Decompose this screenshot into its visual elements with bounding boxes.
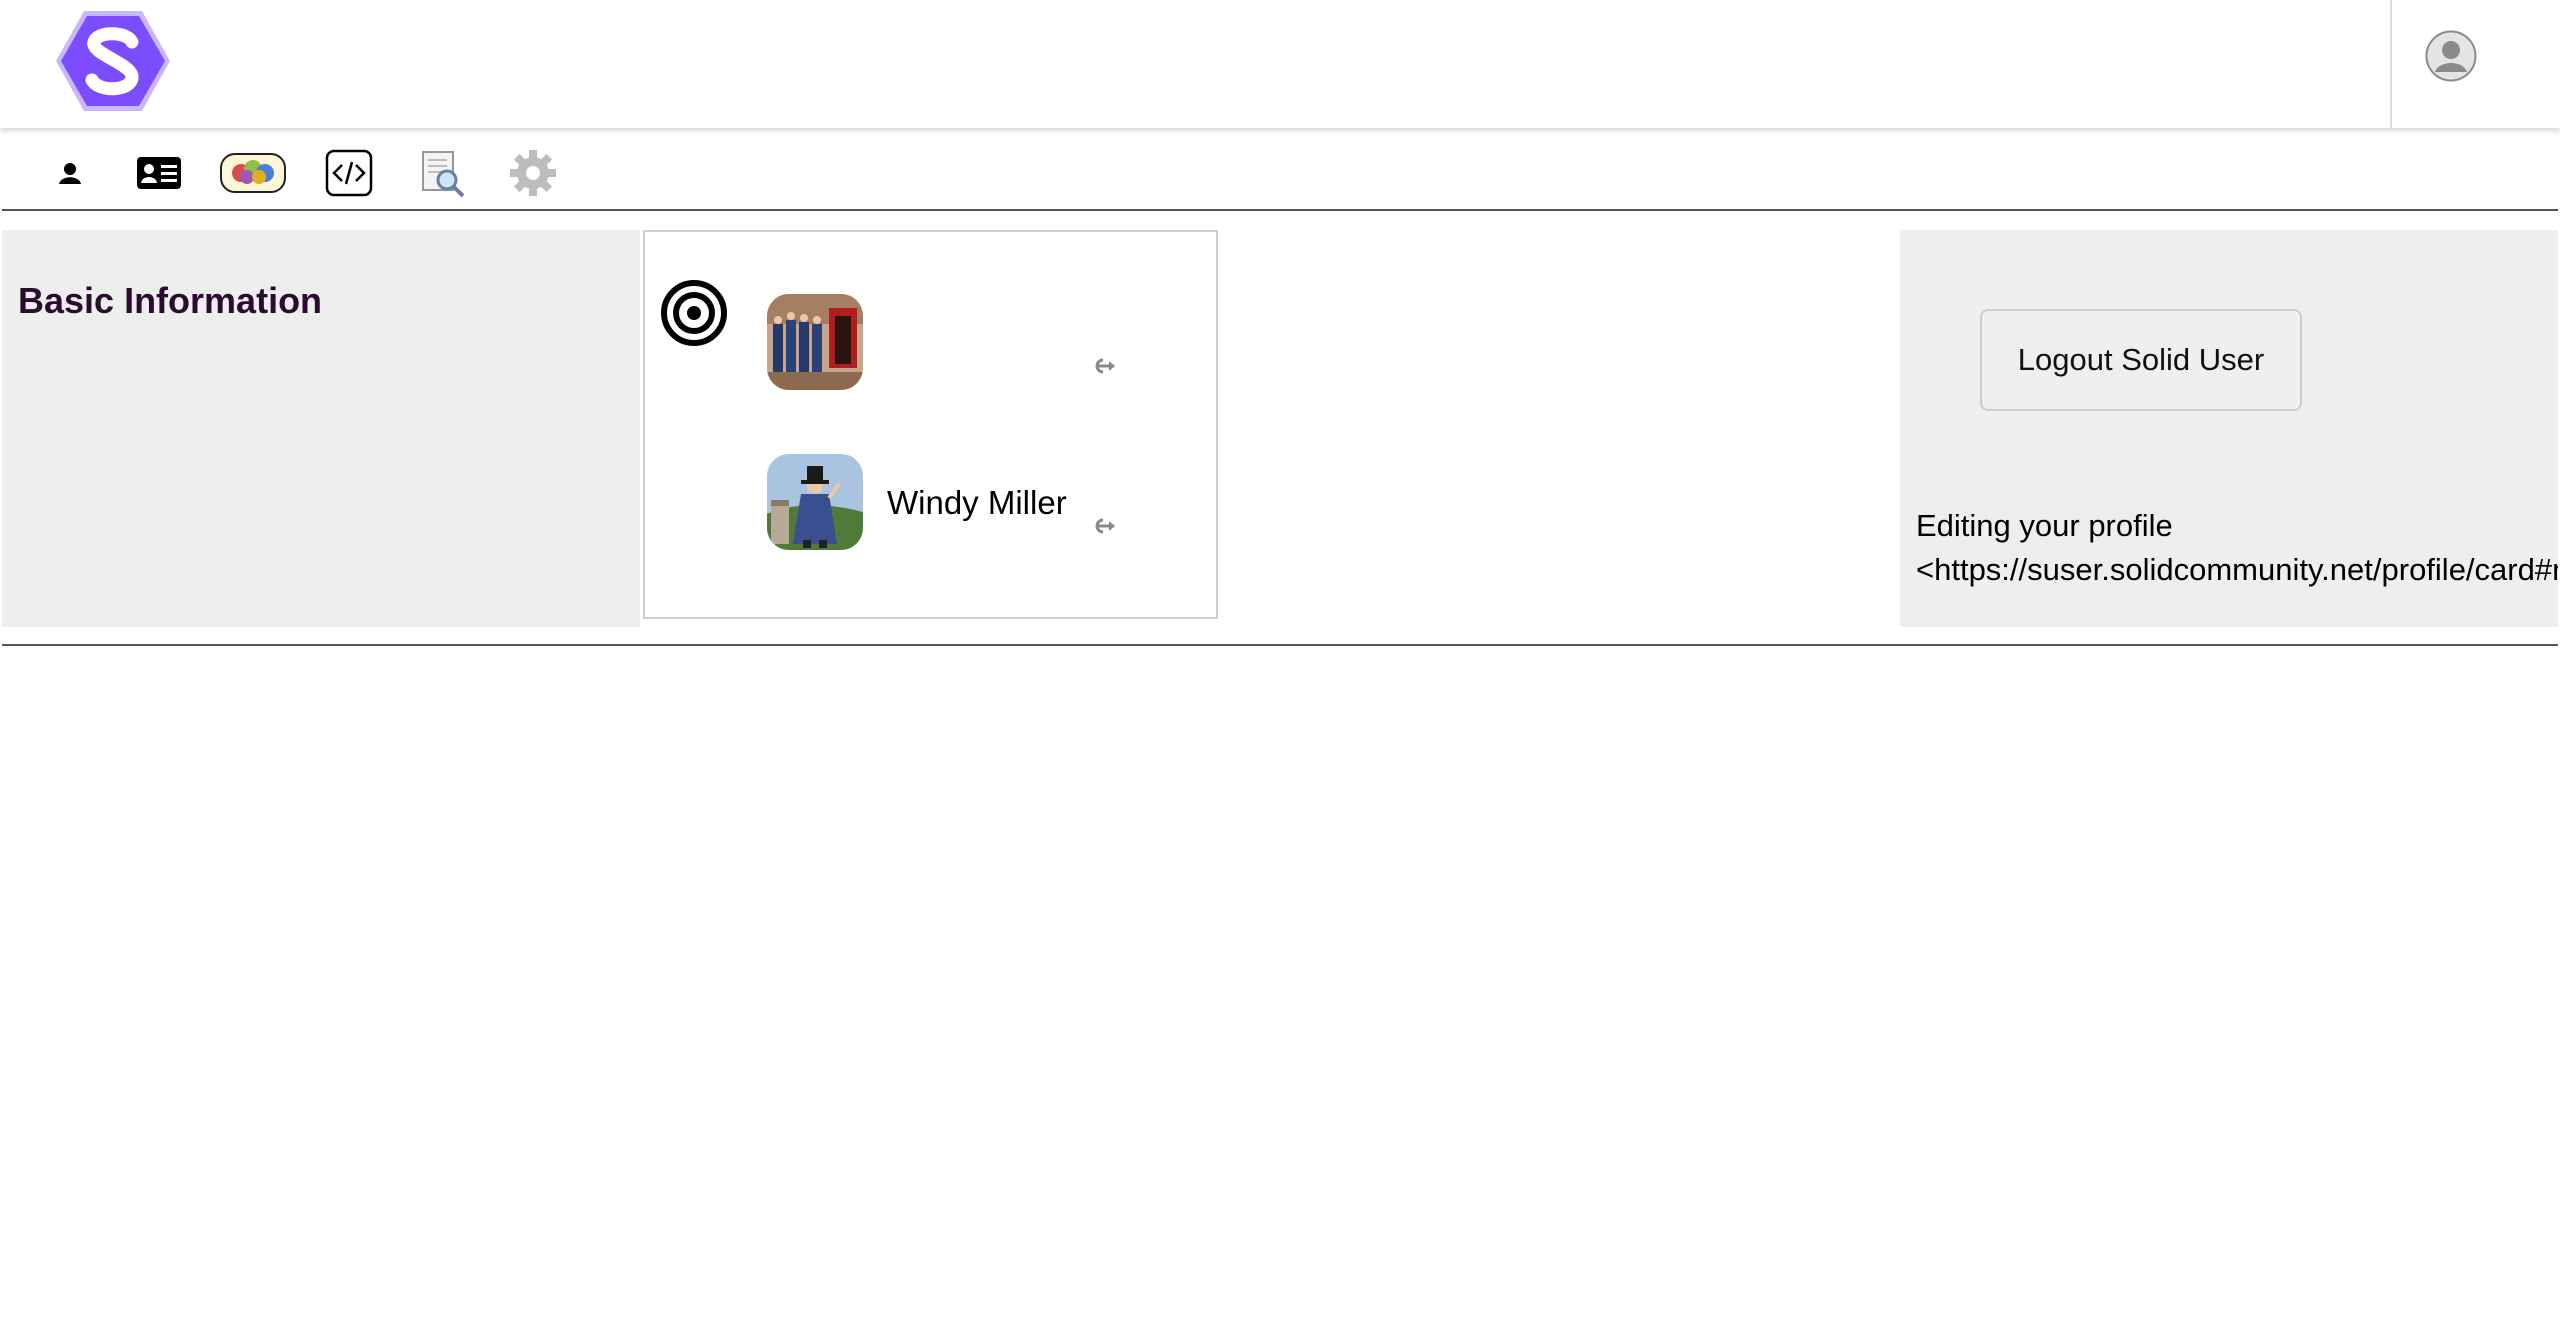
account-panel: Logout Solid User Editing your profile <…	[1900, 230, 2558, 627]
person-row[interactable]	[767, 294, 1207, 394]
profile-toolbar	[0, 140, 2560, 210]
person-icon	[59, 163, 81, 184]
solid-logo-icon[interactable]	[54, 8, 172, 114]
tab-groups[interactable]	[220, 148, 286, 198]
profile-uri: <https://suser.solidcommunity.net/profil…	[1916, 552, 2558, 587]
open-link-icon[interactable]	[1089, 516, 1119, 536]
header-divider	[2390, 0, 2392, 128]
tab-settings[interactable]	[508, 148, 558, 198]
toolbar-divider	[2, 209, 2558, 211]
id-card-icon	[137, 157, 181, 189]
gear-icon	[510, 150, 556, 196]
tab-source[interactable]	[324, 148, 374, 198]
basic-info-panel: Basic Information	[2, 230, 640, 627]
top-header	[0, 0, 2560, 128]
code-icon	[325, 149, 373, 197]
editing-label: Editing your profile	[1916, 508, 2173, 543]
logout-button[interactable]: Logout Solid User	[1980, 309, 2302, 411]
windy-miller-photo	[767, 454, 863, 550]
group-photo	[767, 294, 863, 390]
group-faces-icon	[220, 153, 286, 193]
people-panel: Windy Miller	[643, 230, 1218, 619]
person-name: Windy Miller	[887, 484, 1067, 521]
person-row[interactable]: Windy Miller	[767, 454, 1207, 554]
tab-inspect[interactable]	[418, 148, 468, 198]
tab-person[interactable]	[50, 148, 90, 198]
document-search-icon	[422, 151, 465, 198]
bullseye-icon[interactable]	[661, 280, 727, 346]
tab-id-card[interactable]	[134, 148, 184, 198]
content-divider	[2, 644, 2558, 646]
open-link-icon[interactable]	[1089, 356, 1119, 376]
user-avatar-icon[interactable]	[2425, 30, 2477, 82]
section-title: Basic Information	[18, 280, 323, 321]
